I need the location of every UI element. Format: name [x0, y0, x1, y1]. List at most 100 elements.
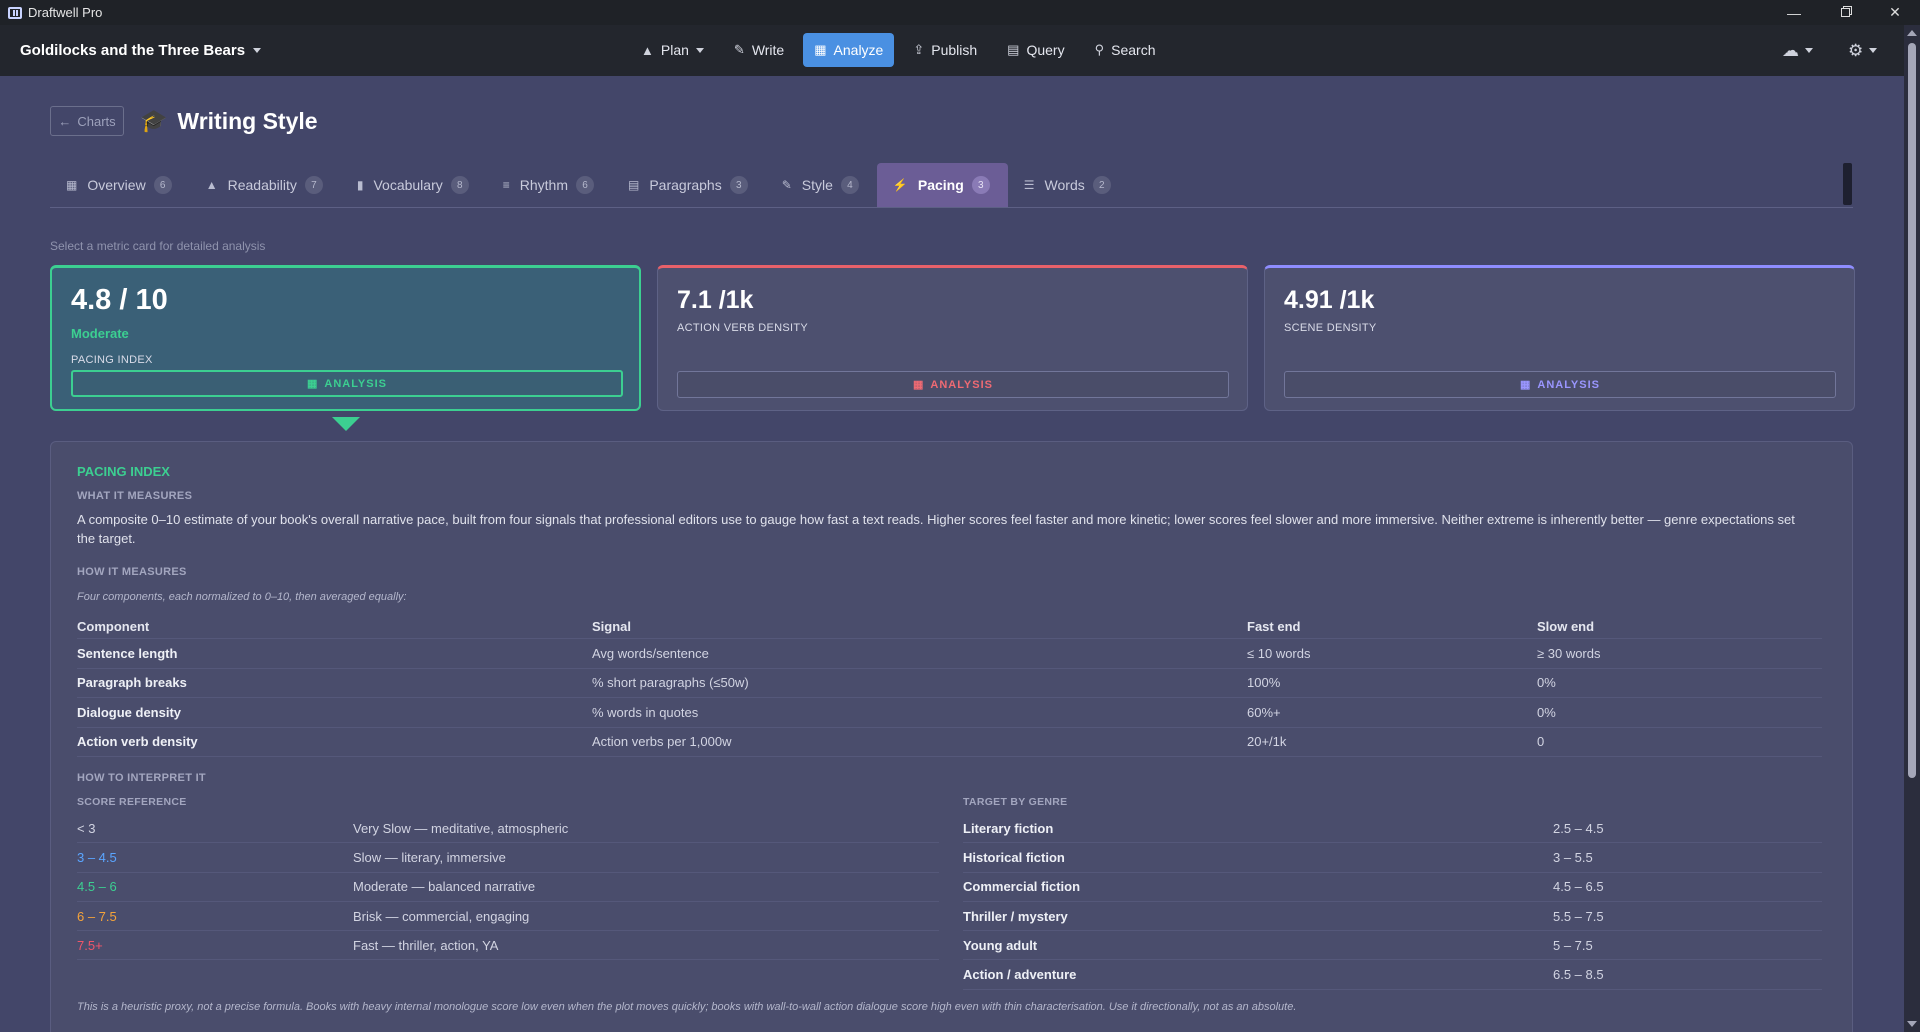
how-intro: Four components, each normalized to 0–10…	[77, 591, 407, 603]
score-reference-list: < 3 Very Slow — meditative, atmospheric 3…	[77, 814, 939, 961]
metric-label: PACING INDEX	[71, 354, 153, 366]
metric-rating: Moderate	[71, 326, 129, 341]
analysis-button[interactable]: ▦ ANALYSIS	[677, 371, 1229, 398]
bar-chart-icon: ▦	[912, 379, 925, 391]
scroll-down-icon[interactable]	[1907, 1021, 1917, 1027]
metric-card-action-verb-density[interactable]: 7.1 /1k ACTION VERB DENSITY ▦ ANALYSIS	[657, 265, 1248, 411]
cell: Dialogue density	[77, 704, 182, 720]
genre-name: Historical fiction	[963, 849, 1065, 865]
nav-analyze-button[interactable]: ▦ Analyze	[803, 33, 895, 67]
what-text: A composite 0–10 estimate of your book's…	[77, 512, 1795, 546]
tab-count-badge: 3	[729, 176, 748, 194]
metric-card-scene-density[interactable]: 4.91 /1k SCENE DENSITY ▦ ANALYSIS	[1264, 265, 1855, 411]
bolt-icon: ⚡	[892, 178, 908, 192]
genre-target-list: Literary fiction 2.5 – 4.5 Historical fic…	[963, 814, 1822, 990]
sitemap-icon: ▲	[641, 42, 654, 58]
cell: ≤ 10 words	[1247, 645, 1311, 661]
chevron-down-icon	[1869, 48, 1878, 53]
tabs-scroll-handle[interactable]	[1843, 163, 1852, 205]
nav-query-button[interactable]: ▤ Query	[996, 33, 1075, 67]
settings-button[interactable]: ⚙	[1848, 25, 1878, 76]
analysis-button[interactable]: ▦ ANALYSIS	[1284, 371, 1836, 398]
metric-label: ACTION VERB DENSITY	[677, 322, 808, 334]
nav-plan-button[interactable]: ▲ Plan	[630, 33, 715, 67]
window-titlebar: Draftwell Pro — ✕	[0, 0, 1920, 25]
analysis-button[interactable]: ▦ ANALYSIS	[71, 370, 623, 397]
genre-row: Thriller / mystery 5.5 – 7.5	[963, 902, 1822, 932]
nav-search-button[interactable]: ⚲ Search	[1084, 33, 1167, 67]
metric-value: 4.91 /1k	[1284, 286, 1375, 314]
genre-heading: TARGET BY GENRE	[963, 796, 1068, 808]
window-title: Draftwell Pro	[28, 5, 103, 20]
tab-count-badge: 4	[840, 176, 859, 194]
tab-count-badge: 3	[971, 176, 990, 194]
score-row: < 3 Very Slow — meditative, atmospheric	[77, 814, 939, 844]
nav-query-label: Query	[1026, 42, 1065, 58]
metric-card-pacing-index[interactable]: 4.8 / 10 Moderate PACING INDEX ▦ ANALYSI…	[50, 265, 641, 411]
tab-label: Style	[801, 177, 833, 193]
genre-range: 5 – 7.5	[1553, 937, 1593, 953]
tab-rhythm[interactable]: ≡ Rhythm 6	[487, 163, 612, 207]
genre-range: 3 – 5.5	[1553, 849, 1593, 865]
score-range: 4.5 – 6	[77, 879, 117, 895]
tab-overview[interactable]: ▦ Overview 6	[50, 163, 190, 207]
cell: 100%	[1247, 675, 1281, 691]
page-scrollbar[interactable]	[1904, 25, 1920, 1032]
tab-paragraphs[interactable]: ▤ Paragraphs 3	[612, 163, 766, 207]
cell: 0	[1537, 734, 1545, 750]
back-to-charts-button[interactable]: ← Charts	[50, 106, 124, 136]
tab-label: Readability	[227, 177, 297, 193]
cell: Action verbs per 1,000w	[592, 734, 732, 750]
scrollbar-thumb[interactable]	[1908, 43, 1916, 778]
cloud-icon: ☁	[1782, 40, 1799, 60]
genre-name: Literary fiction	[963, 820, 1054, 836]
back-label: Charts	[77, 113, 116, 129]
scroll-up-icon[interactable]	[1907, 30, 1917, 36]
paragraph-icon: ▤	[628, 178, 640, 192]
tab-words[interactable]: ☰ Words 2	[1008, 163, 1129, 207]
score-row: 3 – 4.5 Slow — literary, immersive	[77, 843, 939, 873]
column-header: Signal	[592, 619, 632, 634]
graduation-cap-icon: 🎓	[140, 108, 168, 133]
restore-button[interactable]	[1822, 0, 1868, 25]
cell: Action verb density	[77, 734, 198, 750]
score-row: 6 – 7.5 Brisk — commercial, engaging	[77, 902, 939, 932]
bar-chart-icon: ▦	[814, 42, 827, 57]
genre-row: Literary fiction 2.5 – 4.5	[963, 814, 1822, 844]
score-reference-heading: SCORE REFERENCE	[77, 796, 187, 808]
graduation-cap-icon: ▲	[205, 178, 218, 192]
chevron-down-icon	[253, 48, 262, 53]
minimize-button[interactable]: —	[1771, 0, 1817, 25]
score-row: 4.5 – 6 Moderate — balanced narrative	[77, 873, 939, 902]
table-row: Paragraph breaks % short paragraphs (≤50…	[77, 669, 1822, 698]
pencil-icon: ✎	[781, 178, 792, 192]
cell: 60%+	[1247, 704, 1281, 720]
nav-publish-button[interactable]: ⇪ Publish	[902, 33, 988, 67]
tab-label: Overview	[87, 177, 146, 193]
tab-label: Pacing	[917, 177, 964, 193]
tab-style[interactable]: ✎ Style 4	[766, 163, 877, 207]
cell: 0%	[1537, 675, 1556, 691]
what-heading: WHAT IT MEASURES	[77, 490, 193, 502]
table-header: Component Signal Fast end Slow end	[77, 615, 1822, 639]
app-book-icon	[8, 6, 22, 19]
score-desc: Slow — literary, immersive	[353, 849, 506, 865]
column-header: Fast end	[1247, 619, 1301, 634]
cell: ≥ 30 words	[1537, 645, 1601, 661]
table-row: Sentence length Avg words/sentence ≤ 10 …	[77, 639, 1822, 669]
tab-readability[interactable]: ▲ Readability 7	[190, 163, 341, 207]
page-header: 🎓 Writing Style	[140, 104, 318, 138]
genre-range: 2.5 – 4.5	[1553, 820, 1604, 836]
minimize-icon: —	[1787, 4, 1801, 21]
tab-count-badge: 6	[153, 176, 172, 194]
book-selector[interactable]: Goldilocks and the Three Bears	[20, 25, 262, 76]
close-button[interactable]: ✕	[1872, 0, 1918, 25]
cloud-sync-button[interactable]: ☁	[1782, 25, 1813, 76]
tab-vocabulary[interactable]: ▮ Vocabulary 8	[341, 163, 487, 207]
tab-label: Paragraphs	[649, 177, 722, 193]
grid-icon: ▦	[66, 178, 78, 192]
tab-count-badge: 6	[576, 176, 594, 194]
nav-write-button[interactable]: ✎ Write	[723, 33, 795, 67]
score-desc: Moderate — balanced narrative	[353, 879, 536, 895]
tab-pacing[interactable]: ⚡ Pacing 3	[876, 163, 1008, 207]
